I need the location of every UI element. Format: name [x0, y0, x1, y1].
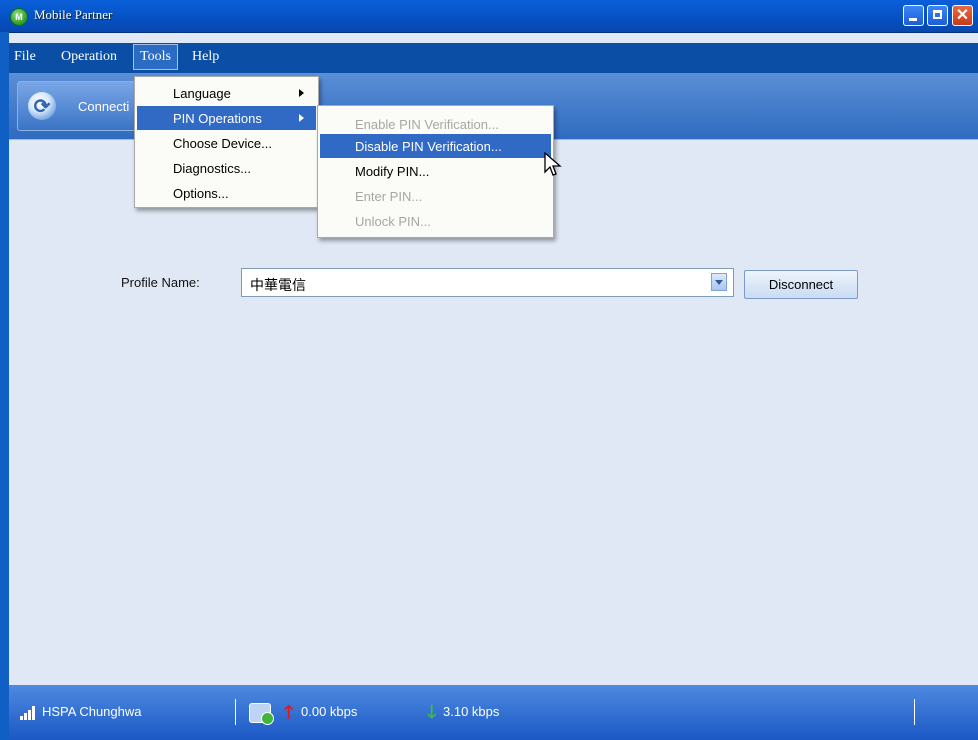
menu-tools[interactable]: Tools: [133, 44, 178, 70]
menu-item-pin-operations[interactable]: PIN Operations: [137, 106, 316, 130]
connection-label: Connecti: [78, 99, 130, 114]
mobile-partner-icon: M: [10, 8, 28, 26]
menu-bar: File Operation Tools Help: [9, 43, 978, 73]
menu-item-modify-pin[interactable]: Modify PIN...: [320, 159, 551, 183]
close-icon: ✕: [955, 7, 970, 24]
menu-item-enter-pin: Enter PIN...: [320, 184, 551, 208]
signal-strength-icon: [20, 706, 36, 720]
mouse-cursor-icon: [544, 152, 562, 176]
menu-item-label: Options...: [173, 186, 229, 201]
chevron-down-icon[interactable]: [711, 273, 727, 291]
menu-item-label: Choose Device...: [173, 136, 272, 151]
menu-operation[interactable]: Operation: [61, 49, 117, 65]
arrow-up-icon: 🡑: [284, 702, 294, 722]
menu-item-label: Language: [173, 86, 231, 101]
maximize-icon: [933, 10, 942, 19]
network-status: HSPA Chunghwa: [42, 704, 142, 719]
refresh-icon: [28, 92, 56, 120]
connection-button[interactable]: Connecti: [17, 81, 149, 131]
menu-item-label: Enter PIN...: [355, 189, 423, 204]
chevron-right-icon: [299, 114, 304, 122]
menu-item-enable-pin: Enable PIN Verification...: [320, 112, 551, 136]
close-button[interactable]: ✕: [952, 5, 973, 26]
minimize-button[interactable]: [903, 5, 924, 26]
status-divider: [914, 699, 915, 725]
chevron-right-icon: [299, 89, 304, 97]
profile-name-label: Profile Name:: [121, 275, 200, 290]
menu-help[interactable]: Help: [192, 49, 219, 65]
menu-item-options[interactable]: Options...: [137, 181, 316, 205]
download-rate: 3.10 kbps: [443, 704, 500, 719]
profile-name-value: 中華電信: [250, 277, 306, 293]
window-left-border: [0, 32, 9, 740]
tools-menu: Language PIN Operations Choose Device...…: [134, 76, 319, 208]
menu-item-label: Modify PIN...: [355, 164, 430, 179]
maximize-button[interactable]: [927, 5, 948, 26]
pin-operations-submenu: Enable PIN Verification... Disable PIN V…: [317, 105, 554, 238]
menu-item-label: Enable PIN Verification...: [355, 117, 499, 132]
device-status-icon: [249, 703, 274, 725]
menu-item-disable-pin[interactable]: Disable PIN Verification...: [320, 134, 551, 158]
upload-rate: 0.00 kbps: [301, 704, 358, 719]
window-title: Mobile Partner: [34, 7, 113, 22]
status-divider: [235, 699, 236, 725]
menu-item-unlock-pin: Unlock PIN...: [320, 209, 551, 233]
arrow-down-icon: 🡓: [427, 702, 437, 722]
menu-item-diagnostics[interactable]: Diagnostics...: [137, 156, 316, 180]
menu-item-label: Unlock PIN...: [355, 214, 431, 229]
minimize-icon: [909, 18, 917, 21]
menu-item-language[interactable]: Language: [137, 81, 316, 105]
menu-item-choose-device[interactable]: Choose Device...: [137, 131, 316, 155]
menu-item-label: PIN Operations: [173, 111, 262, 126]
menu-item-label: Diagnostics...: [173, 161, 252, 176]
menu-item-label: Disable PIN Verification...: [355, 139, 502, 154]
menu-file[interactable]: File: [14, 49, 36, 65]
disconnect-button[interactable]: Disconnect: [744, 270, 858, 299]
status-bar: HSPA Chunghwa 🡑 0.00 kbps 🡓 3.10 kbps: [9, 685, 978, 740]
profile-name-select[interactable]: 中華電信: [241, 268, 734, 297]
title-bar: M Mobile Partner ✕: [0, 0, 978, 33]
